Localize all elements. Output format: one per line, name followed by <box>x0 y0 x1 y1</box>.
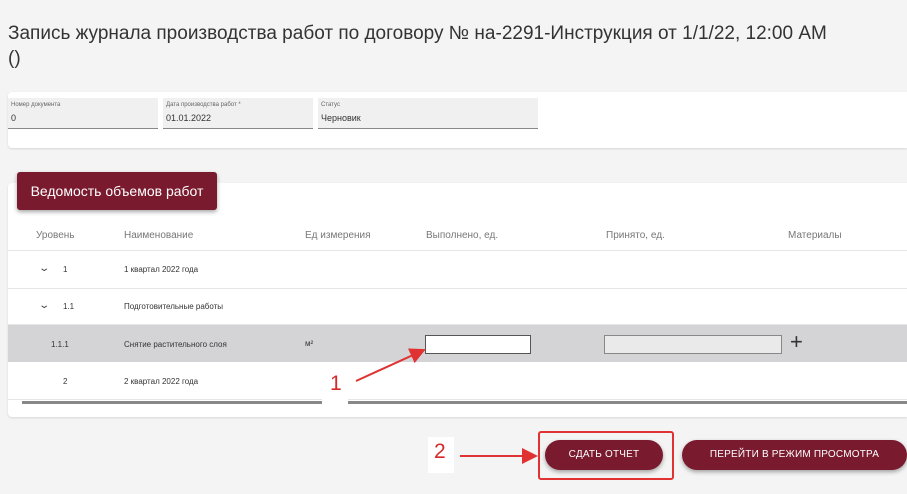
view-mode-button[interactable]: ПЕРЕЙТИ В РЕЖИМ ПРОСМОТРА <box>682 440 907 470</box>
column-header-accepted: Принято, ед. <box>606 230 665 241</box>
work-date-label: Дата производства работ * <box>166 102 241 108</box>
document-number-value: 0 <box>11 113 17 123</box>
work-volume-tab[interactable]: Ведомость объемов работ <box>17 172 217 210</box>
table-row[interactable]: ⌄ 1.1 Подготовительные работы <box>8 288 907 325</box>
work-date-value: 01.01.2022 <box>166 113 212 123</box>
column-header-completed: Выполнено, ед. <box>426 230 499 241</box>
chevron-down-icon[interactable]: ⌄ <box>38 263 50 274</box>
submit-report-button[interactable]: СДАТЬ ОТЧЕТ <box>545 440 663 470</box>
page-subtitle: () <box>8 48 21 69</box>
annotation-number-1: 1 <box>330 372 342 395</box>
column-header-unit: Ед измерения <box>305 230 371 241</box>
document-card: Номер документа 0 Дата производства рабо… <box>8 92 907 148</box>
row-level: 1 <box>63 265 68 274</box>
row-name: 2 квартал 2022 года <box>124 377 199 386</box>
table-row[interactable]: 2 2 квартал 2022 года <box>8 363 907 400</box>
document-number-field[interactable]: Номер документа 0 <box>8 98 158 129</box>
column-header-name: Наименование <box>124 230 194 241</box>
status-value: Черновик <box>321 113 361 123</box>
page-title: Запись журнала производства работ по дог… <box>8 23 827 44</box>
table-row[interactable]: ⌄ 1 1 квартал 2022 года <box>8 250 907 289</box>
status-label: Статус <box>321 102 340 108</box>
column-header-level: Уровень <box>36 230 75 241</box>
row-unit: м² <box>305 339 314 348</box>
row-name: 1 квартал 2022 года <box>124 265 199 274</box>
accepted-input[interactable] <box>604 335 782 354</box>
chevron-down-icon[interactable]: ⌄ <box>38 300 50 311</box>
row-level: 1.1.1 <box>51 340 69 349</box>
completed-input[interactable] <box>425 335 531 354</box>
row-level: 2 <box>63 377 68 386</box>
work-date-field[interactable]: Дата производства работ * 01.01.2022 <box>163 98 313 129</box>
plus-icon[interactable]: + <box>790 331 803 353</box>
status-field[interactable]: Статус Черновик <box>318 98 538 129</box>
annotation-number-2: 2 <box>434 440 446 463</box>
document-number-label: Номер документа <box>11 102 61 108</box>
horizontal-scrollbar[interactable] <box>22 401 907 404</box>
row-name: Снятие растительного слоя <box>124 340 227 349</box>
row-level: 1.1 <box>63 302 75 311</box>
row-name: Подготовительные работы <box>124 302 224 311</box>
column-header-materials: Материалы <box>788 230 842 241</box>
